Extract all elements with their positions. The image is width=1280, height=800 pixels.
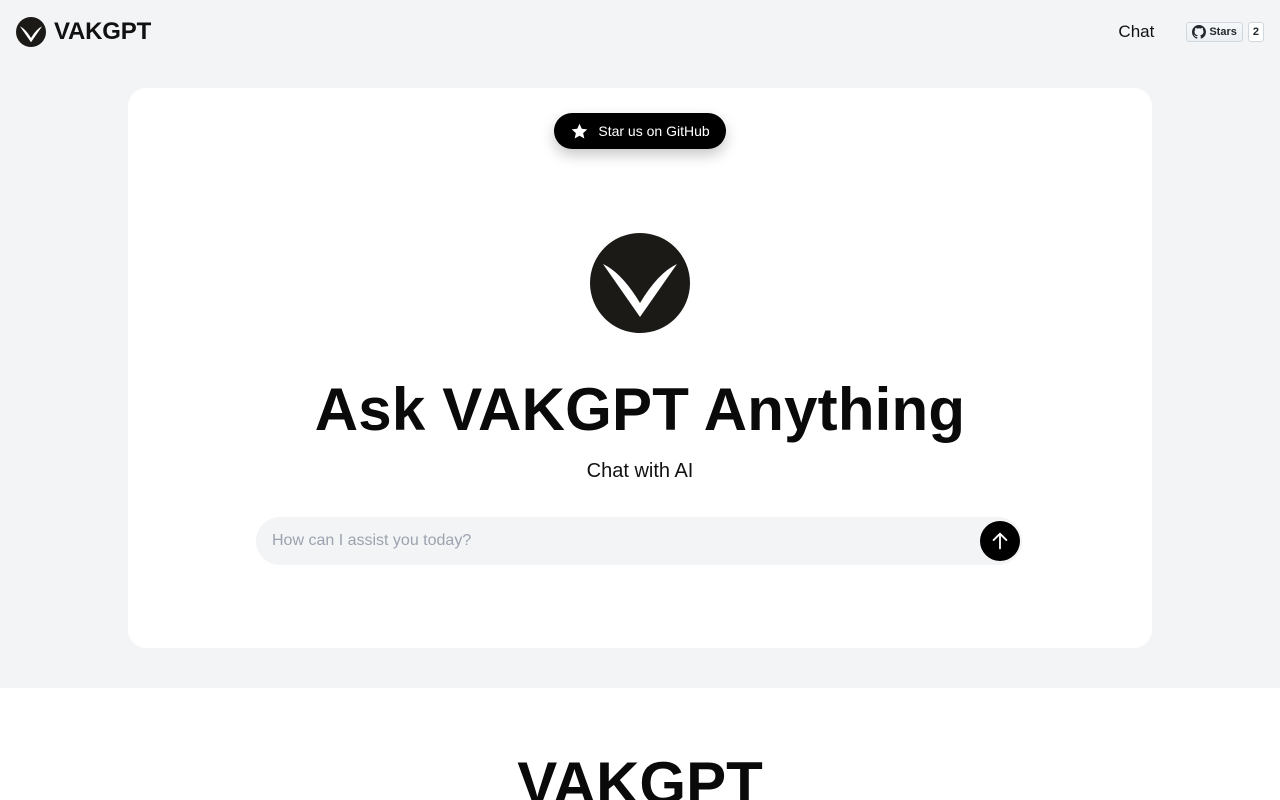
github-stars-count[interactable]: 2: [1247, 22, 1264, 42]
chat-input[interactable]: [256, 517, 966, 565]
star-icon: [572, 123, 588, 139]
top-nav: Chat Stars 2: [1118, 22, 1264, 42]
hero-card: Star us on GitHub Ask VAKGPT Anything Ch…: [128, 88, 1152, 648]
hero-title: Ask VAKGPT Anything: [314, 376, 966, 443]
vakgpt-logo-icon: [16, 17, 46, 47]
vakgpt-logo-icon: [590, 233, 690, 333]
brand-link[interactable]: VAKGPT: [16, 17, 151, 47]
arrow-up-icon: [992, 532, 1008, 550]
nav-chat-link[interactable]: Chat: [1118, 22, 1154, 42]
hero-subtitle: Chat with AI: [586, 460, 694, 482]
star-on-github-label: Star us on GitHub: [598, 123, 710, 139]
github-icon: [1192, 25, 1207, 39]
site-header: VAKGPT Chat Stars 2: [0, 0, 1280, 64]
github-stars-widget: Stars 2: [1186, 22, 1264, 42]
send-button[interactable]: [980, 521, 1020, 561]
github-stars-label: Stars: [1209, 26, 1237, 38]
github-stars-button[interactable]: Stars: [1186, 22, 1243, 42]
chat-form: [256, 517, 1022, 565]
brand-name: VAKGPT: [54, 18, 152, 45]
about-section: VAKGPT: [0, 688, 1280, 800]
star-on-github-button[interactable]: Star us on GitHub: [554, 113, 726, 149]
page: VAKGPT Chat Stars 2 Star us on GitHub As…: [0, 0, 1280, 800]
about-section-title: VAKGPT: [517, 750, 763, 800]
